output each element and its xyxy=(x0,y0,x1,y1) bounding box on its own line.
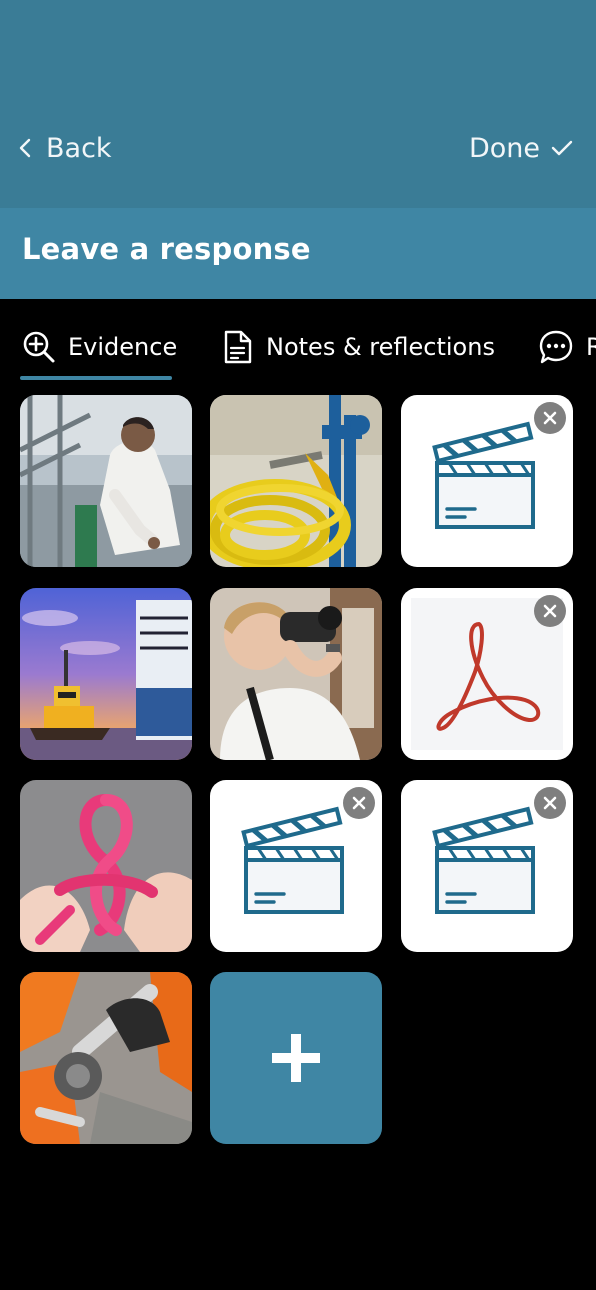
photo-thumbnail xyxy=(20,780,192,952)
page-title: Leave a response xyxy=(22,232,311,266)
photo-thumbnail xyxy=(20,588,192,760)
tab-responses-label: R xyxy=(586,333,596,361)
close-icon xyxy=(543,604,557,618)
evidence-video-file[interactable] xyxy=(210,780,382,952)
tab-notes-label: Notes & reflections xyxy=(266,333,495,361)
tab-bar: Evidence Notes & reflections R xyxy=(0,299,596,381)
search-plus-icon xyxy=(23,331,55,363)
tab-notes-reflections[interactable]: Notes & reflections xyxy=(222,325,495,369)
evidence-photo-crew-on-deck[interactable] xyxy=(20,395,192,567)
photo-thumbnail xyxy=(210,395,382,567)
tab-responses[interactable]: R xyxy=(538,325,596,369)
close-icon xyxy=(352,796,366,810)
active-tab-indicator xyxy=(20,376,172,380)
remove-evidence-button[interactable] xyxy=(534,402,566,434)
plus-icon xyxy=(272,1034,320,1082)
evidence-video-file[interactable] xyxy=(401,395,573,567)
document-icon xyxy=(224,330,252,364)
evidence-photo-rope-knot[interactable] xyxy=(20,780,192,952)
chevron-left-icon xyxy=(19,138,31,158)
done-label: Done xyxy=(468,132,540,164)
add-evidence-button[interactable] xyxy=(210,972,382,1144)
chat-bubble-icon xyxy=(539,330,573,364)
back-button[interactable]: Back xyxy=(18,128,112,168)
navigation-bar xyxy=(0,0,596,208)
evidence-photo-binoculars[interactable] xyxy=(210,588,382,760)
back-label: Back xyxy=(46,132,112,164)
evidence-photo-tugboat[interactable] xyxy=(20,588,192,760)
checkmark-icon xyxy=(551,140,573,156)
close-icon xyxy=(543,796,557,810)
photo-thumbnail xyxy=(20,395,192,567)
photo-thumbnail xyxy=(20,972,192,1144)
evidence-photo-hose-valve[interactable] xyxy=(210,395,382,567)
evidence-photo-wrench[interactable] xyxy=(20,972,192,1144)
evidence-video-file[interactable] xyxy=(401,780,573,952)
tab-evidence[interactable]: Evidence xyxy=(22,325,177,369)
remove-evidence-button[interactable] xyxy=(343,787,375,819)
evidence-pdf-file[interactable] xyxy=(401,588,573,760)
remove-evidence-button[interactable] xyxy=(534,595,566,627)
close-icon xyxy=(543,411,557,425)
tab-evidence-label: Evidence xyxy=(68,333,178,361)
done-button[interactable]: Done xyxy=(469,128,574,168)
remove-evidence-button[interactable] xyxy=(534,787,566,819)
photo-thumbnail xyxy=(210,588,382,760)
